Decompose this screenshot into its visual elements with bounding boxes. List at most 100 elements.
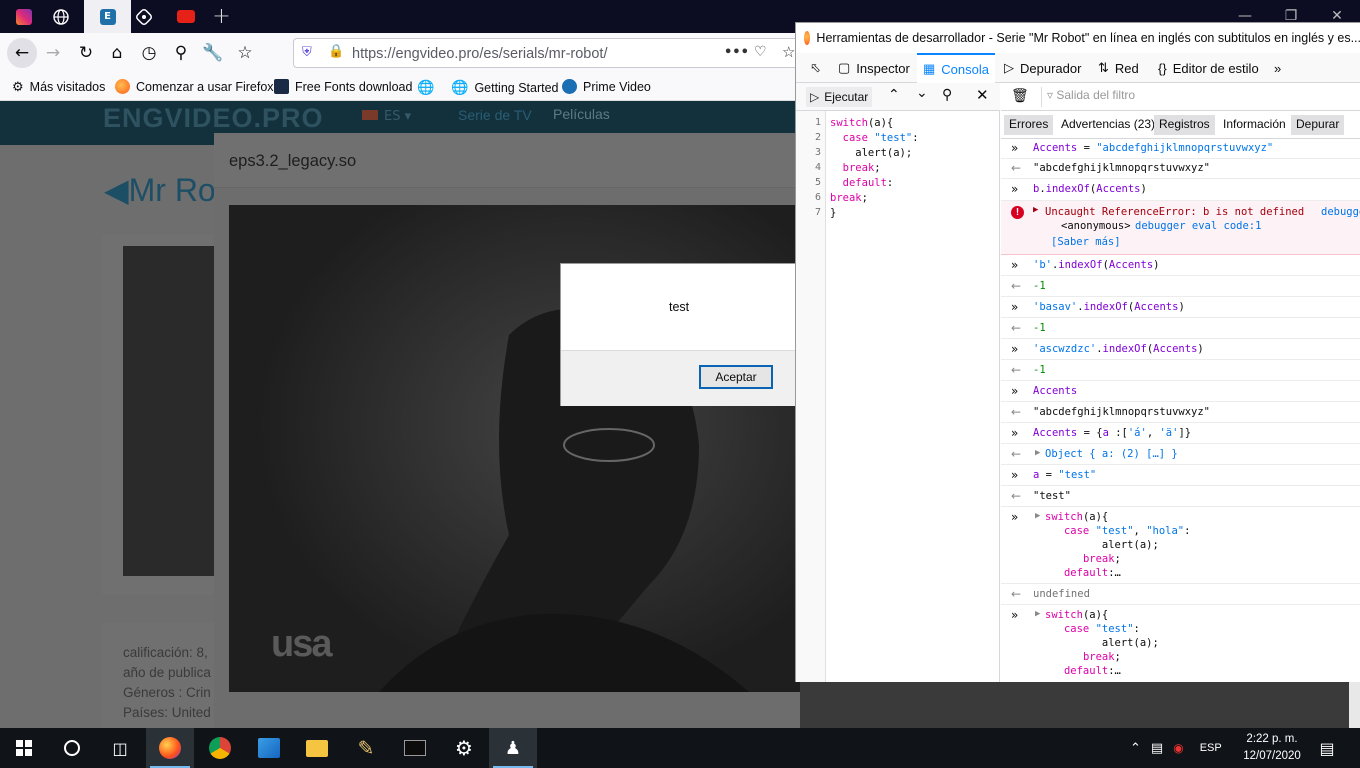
bookmark-most-visited[interactable]: ⚙ Más visitados — [12, 79, 105, 95]
console-input-row: » b.indexOf(Accents) — [1001, 179, 1360, 201]
taskbar-firefox[interactable] — [146, 728, 194, 768]
history-down-button[interactable]: ⌄ — [916, 85, 928, 101]
chevrons-right-icon: » — [1011, 300, 1019, 314]
history-up-button[interactable]: ⌃ — [888, 87, 900, 103]
search-button[interactable]: ⚲ — [168, 40, 194, 66]
taskbar-video-editor[interactable] — [245, 728, 293, 768]
arrow-left-icon: ← — [1011, 405, 1022, 419]
reload-icon: ↻ — [78, 43, 94, 63]
expand-arrow-icon[interactable]: ▶ — [1033, 205, 1038, 215]
tab-debugger[interactable]: ▷ Depurador — [998, 53, 1087, 83]
pick-element-button[interactable]: ⬁ — [804, 53, 827, 83]
taskbar-file-explorer[interactable] — [293, 728, 341, 768]
bookmark-prime-video[interactable]: Prime Video — [562, 79, 651, 94]
arrow-left-icon: ← — [1011, 489, 1022, 503]
history-button[interactable]: ◷ — [136, 40, 162, 66]
globe-icon — [52, 8, 69, 25]
page-scrollbar[interactable] — [1349, 682, 1360, 728]
stack-frame-location[interactable]: debugger eval code:1 — [1135, 220, 1261, 232]
bookmark-firefox[interactable]: Comenzar a usar Firefox — [115, 79, 274, 94]
console-result-object[interactable]: Object { a: (2) […] } — [1045, 448, 1178, 460]
chevron-up-icon[interactable]: ⌃ — [1130, 741, 1141, 756]
filter-warnings[interactable]: Advertencias (23) — [1056, 115, 1160, 135]
site-logo[interactable]: ENGVIDEO.PRO — [103, 103, 324, 134]
taskbar-settings[interactable]: ⚙ — [440, 728, 488, 768]
usa-watermark: usa — [271, 623, 333, 665]
gear-icon: ⚙ — [12, 79, 24, 94]
code-line: default: — [842, 177, 894, 189]
console-result-row: ← -1 — [1001, 318, 1360, 339]
poster-image[interactable] — [123, 246, 218, 576]
reload-button[interactable]: ↻ — [73, 40, 99, 66]
taskbar-terminal[interactable] — [391, 728, 439, 768]
back-button[interactable]: ← — [7, 38, 37, 68]
more-tabs-button[interactable]: » — [1268, 53, 1287, 83]
network-icon[interactable]: ▤ — [1151, 741, 1163, 756]
tab-style-editor[interactable]: {} Editor de estilo — [1152, 53, 1265, 83]
volume-muted-icon[interactable]: ◉ — [1173, 741, 1183, 755]
home-button[interactable]: ⌂ — [104, 40, 130, 66]
new-tab-button[interactable]: + — [198, 0, 245, 33]
console-result: -1 — [1033, 364, 1046, 376]
bookmark-globe[interactable]: 🌐 — [417, 79, 434, 96]
url-bar[interactable]: ⛨ 🔒 https://engvideo.pro/es/serials/mr-r… — [293, 38, 813, 68]
chevrons-right-icon: » — [1011, 468, 1019, 482]
nav-movies[interactable]: Películas — [553, 106, 610, 122]
customize-button[interactable]: ☆ — [232, 40, 258, 66]
tools-button[interactable]: 🔧 — [200, 40, 226, 66]
task-view-button[interactable]: ◫ — [96, 728, 144, 768]
learn-more-link[interactable]: [Saber más] — [1051, 236, 1121, 248]
taskbar-app[interactable]: ✎ — [342, 728, 390, 768]
page-actions-icon[interactable]: ••• — [724, 45, 749, 60]
multiline-editor[interactable]: ▷ Ejecutar ⌃ ⌄ ⚲ ✕ 1 2 3 4 5 6 7 switch(a… — [796, 83, 1000, 682]
bookmark-free-fonts[interactable]: Free Fonts download — [274, 79, 412, 94]
terminal-icon — [404, 740, 426, 756]
filter-logs[interactable]: Registros — [1154, 115, 1215, 135]
bookmark-star-icon[interactable]: ☆ — [782, 43, 795, 61]
accept-button[interactable]: Aceptar — [699, 365, 773, 389]
taskbar-chrome[interactable] — [196, 728, 244, 768]
close-editor-icon[interactable]: ✕ — [976, 86, 989, 104]
arrow-left-icon: ← — [14, 43, 30, 63]
tab-globe[interactable] — [37, 0, 84, 33]
filter-input[interactable]: ▿ Salida del filtro — [1047, 88, 1135, 102]
console-input-row: » 'ascwzdzc'.indexOf(Accents) — [1001, 339, 1360, 360]
run-button[interactable]: ▷ Ejecutar — [806, 87, 873, 107]
tab-app[interactable] — [120, 0, 167, 33]
nav-tv-series[interactable]: Serie de TV — [458, 107, 532, 123]
video-modal-title: eps3.2_legacy.so — [229, 152, 357, 170]
language-selector[interactable]: ES ▾ — [362, 109, 411, 124]
arrow-left-icon: ← — [1011, 321, 1022, 335]
error-source-link[interactable]: debugge — [1321, 206, 1360, 218]
alert-dialog: test Aceptar — [560, 263, 800, 406]
expand-arrow-icon[interactable]: ▶ — [1035, 448, 1040, 458]
filter-errors[interactable]: Errores — [1004, 115, 1054, 135]
globe-icon: 🌐 — [417, 79, 435, 95]
braces-icon: {} — [1158, 60, 1167, 76]
input-language[interactable]: ESP — [1200, 742, 1222, 754]
chevrons-right-icon: » — [1011, 258, 1019, 272]
notifications-button[interactable]: ▤ — [1305, 728, 1349, 768]
console-filter-bar: 🗑 ▿ Salida del filtro — [1001, 83, 1360, 111]
console-icon: ▦ — [923, 61, 936, 76]
start-button[interactable] — [0, 728, 48, 768]
search-button[interactable] — [48, 728, 96, 768]
tab-inspector[interactable]: ▢ Inspector — [832, 53, 916, 83]
clock[interactable]: 2:22 p. m. 12/07/2020 — [1240, 731, 1304, 765]
filter-info[interactable]: Información — [1218, 115, 1291, 135]
pocket-icon[interactable]: ♡ — [754, 44, 767, 60]
trash-icon[interactable]: 🗑 — [1011, 88, 1029, 104]
bookmark-getting-started[interactable]: 🌐 Getting Started — [451, 79, 559, 96]
reverse-search-icon[interactable]: ⚲ — [942, 87, 952, 103]
tab-console[interactable]: ▦ Consola — [917, 53, 995, 83]
tab-label: Editor de estilo — [1172, 60, 1259, 76]
tab-network[interactable]: ⇅ Red — [1092, 53, 1145, 83]
filter-debug[interactable]: Depurar — [1291, 115, 1345, 135]
expand-arrow-icon[interactable]: ▶ — [1035, 511, 1040, 521]
console-result-row: ← "abcdefghijklmnopqrstuvwxyz" — [1001, 402, 1360, 423]
forward-button[interactable]: → — [40, 40, 66, 66]
taskbar-people[interactable]: ♟ — [489, 728, 537, 768]
expand-arrow-icon[interactable]: ▶ — [1035, 609, 1040, 619]
notification-icon: ▤ — [1319, 738, 1335, 758]
page-title-text: Mr Ro — [128, 172, 216, 208]
